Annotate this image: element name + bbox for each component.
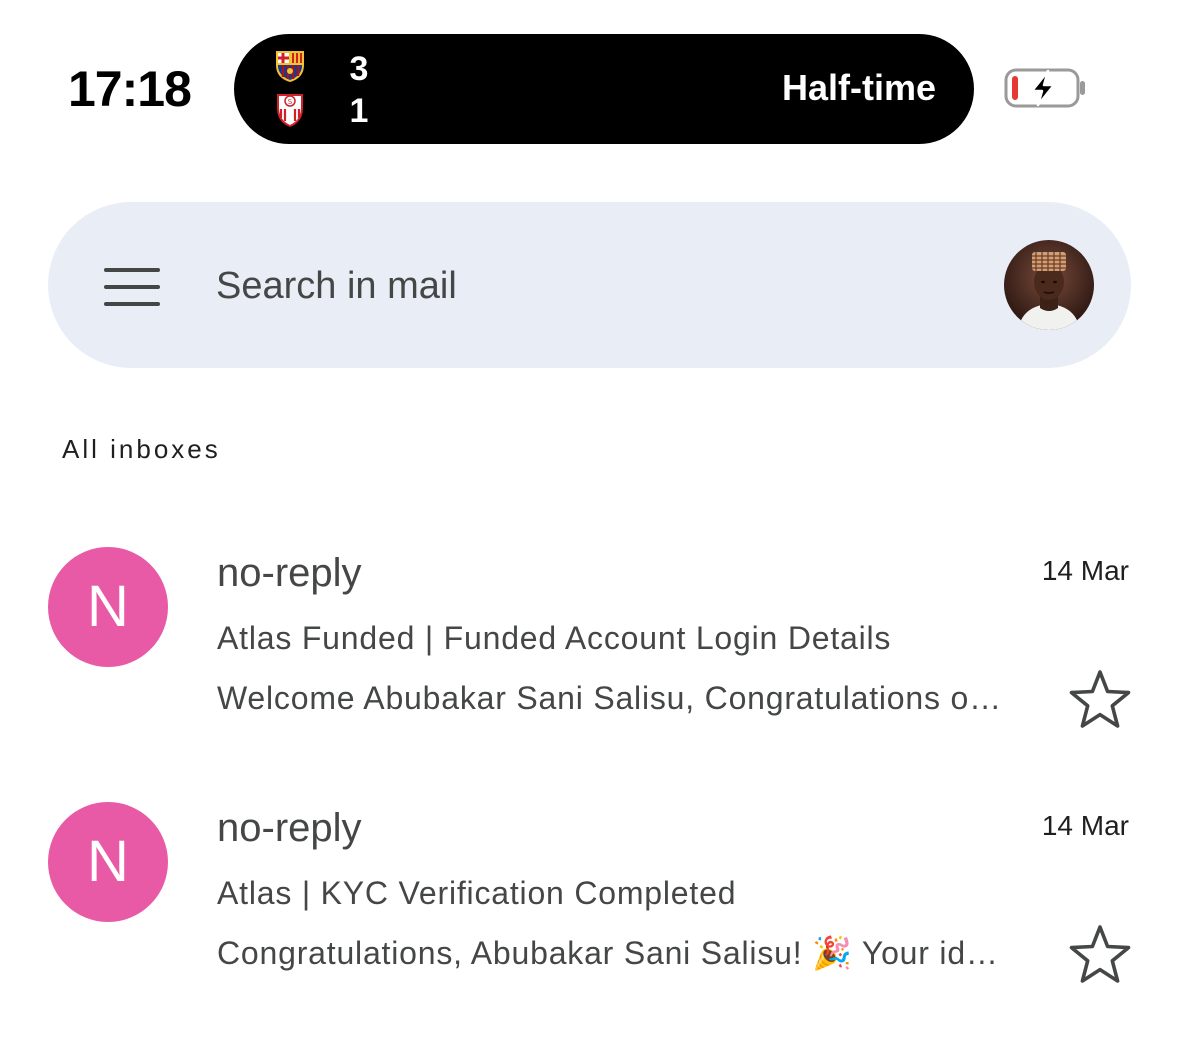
sevilla-fc-crest-icon: S [277, 94, 303, 128]
hamburger-menu-icon[interactable] [104, 268, 160, 308]
gmail-inbox-screen: 17:18 3 S 1 Half-time Search in mail All… [0, 0, 1179, 1040]
profile-photo-icon [1004, 240, 1094, 330]
email-subject: Atlas | KYC Verification Completed [217, 875, 737, 911]
email-list-item[interactable]: N no-reply 14 Mar Atlas | KYC Verificati… [0, 795, 1179, 1015]
email-date: 14 Mar [1041, 555, 1129, 586]
email-snippet: Welcome Abubakar Sani Salisu, Congratula… [217, 680, 1002, 716]
email-list-item[interactable]: N no-reply 14 Mar Atlas Funded | Funded … [0, 540, 1179, 760]
home-score: 3 [349, 50, 369, 88]
email-sender: no-reply [217, 551, 362, 595]
profile-avatar[interactable] [1004, 240, 1094, 330]
search-bar[interactable] [48, 202, 1131, 368]
match-status: Half-time [781, 67, 936, 108]
email-date: 14 Mar [1041, 810, 1129, 841]
away-score: 1 [349, 92, 369, 130]
fc-barcelona-crest-icon [276, 51, 304, 82]
live-activity-score[interactable]: 3 S 1 Half-time [234, 34, 974, 144]
star-icon[interactable] [1068, 668, 1132, 730]
svg-text:S: S [288, 98, 293, 106]
section-label: All inboxes [62, 434, 221, 464]
email-subject: Atlas Funded | Funded Account Login Deta… [217, 620, 892, 656]
email-sender: no-reply [217, 806, 362, 850]
email-snippet: Congratulations, Abubakar Sani Salisu! 🎉… [217, 935, 999, 971]
sender-avatar[interactable]: N [48, 547, 168, 667]
battery-low-charging-icon [1004, 68, 1085, 108]
star-icon[interactable] [1068, 923, 1132, 985]
status-bar-time: 17:18 [68, 61, 192, 117]
search-input[interactable] [216, 260, 916, 312]
sender-avatar[interactable]: N [48, 802, 168, 922]
